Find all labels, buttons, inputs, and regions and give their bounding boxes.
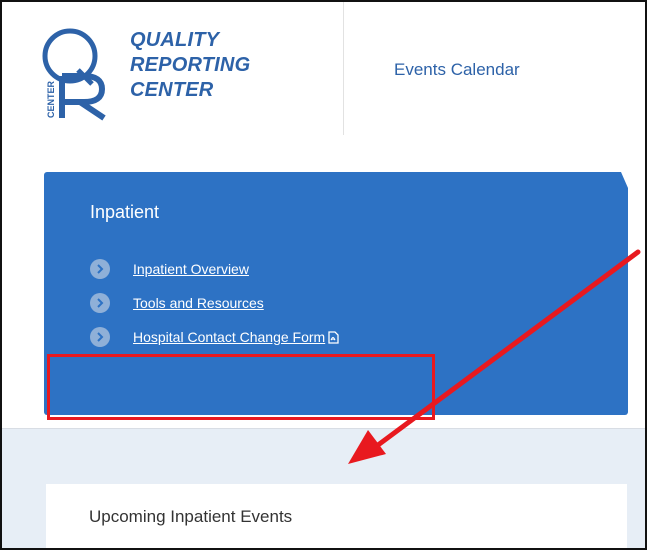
upcoming-events-title: Upcoming Inpatient Events (89, 507, 293, 526)
link-tools-and-resources[interactable]: Tools and Resources (133, 295, 264, 311)
panel-item-inpatient-overview: Inpatient Overview (90, 252, 339, 286)
events-card: Upcoming Inpatient Events (46, 484, 627, 548)
panel-title: Inpatient (90, 202, 160, 222)
panel-item-tools-resources: Tools and Resources (90, 286, 339, 320)
brand-line-1: QUALITY (130, 29, 220, 51)
page-content: Inpatient Inpatient Overview Tools and R… (2, 135, 645, 548)
events-section: Upcoming Inpatient Events (2, 429, 645, 548)
link-hospital-contact-change-form[interactable]: Hospital Contact Change Form (133, 329, 325, 345)
chevron-right-icon (90, 259, 110, 279)
pdf-icon (328, 330, 339, 344)
qrc-logo-mark: CENTER (42, 28, 106, 121)
panel-item-contact-change-form: Hospital Contact Change Form (90, 320, 339, 354)
chevron-right-icon (90, 293, 110, 313)
logo-link[interactable]: CENTER QUALITY REPORTING CENTER (2, 2, 344, 135)
site-header: CENTER QUALITY REPORTING CENTER Events C… (2, 2, 645, 136)
chevron-right-icon (90, 327, 110, 347)
link-inpatient-overview[interactable]: Inpatient Overview (133, 261, 249, 277)
brand-line-3: CENTER (130, 79, 214, 101)
brand-line-2: REPORTING (130, 54, 251, 76)
logo-mark-center-text: CENTER (46, 80, 56, 118)
page-frame: CENTER QUALITY REPORTING CENTER Events C… (0, 0, 647, 550)
nav-events-calendar[interactable]: Events Calendar (394, 60, 520, 80)
panel-link-list: Inpatient Overview Tools and Resources H… (90, 252, 339, 354)
brand-name: QUALITY REPORTING CENTER (130, 28, 250, 103)
highlight-box (47, 354, 435, 420)
